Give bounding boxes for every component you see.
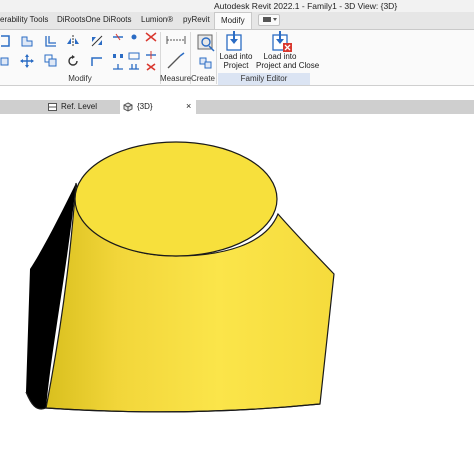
tab-lumion[interactable]: Lumion® bbox=[141, 15, 173, 24]
tab-dirootsone[interactable]: DiRootsOne bbox=[57, 15, 101, 24]
view-tab-ref-level[interactable]: Ref. Level bbox=[46, 100, 120, 114]
cut-geometry-icon[interactable] bbox=[0, 34, 14, 48]
move-icon[interactable] bbox=[20, 54, 34, 68]
options-bar bbox=[0, 86, 474, 100]
pin-icon[interactable] bbox=[128, 33, 140, 41]
split-with-gap-icon[interactable] bbox=[145, 50, 157, 60]
panel-label-modify: Modify bbox=[68, 74, 92, 83]
3d-view-icon bbox=[123, 102, 133, 112]
measure-between-icon[interactable] bbox=[166, 34, 186, 46]
unpin-icon[interactable] bbox=[145, 32, 157, 42]
close-icon[interactable]: × bbox=[186, 101, 191, 111]
ribbon: Load into Project Load into Project and … bbox=[0, 30, 474, 86]
view-tab-3d[interactable]: {3D} × bbox=[120, 100, 196, 114]
join-geometry-icon[interactable] bbox=[0, 54, 14, 68]
align-icon[interactable] bbox=[20, 34, 34, 48]
tab-pyrevit[interactable]: pyRevit bbox=[183, 15, 210, 24]
offset-icon[interactable] bbox=[44, 34, 58, 48]
load-into-project-line1[interactable]: Load into bbox=[218, 52, 254, 61]
model-top-face bbox=[74, 141, 278, 257]
family-model[interactable] bbox=[0, 114, 474, 447]
trim-multiple-icon[interactable] bbox=[128, 63, 140, 71]
mirror-axis-icon[interactable] bbox=[66, 34, 80, 48]
title-bar: Autodesk Revit 2022.1 - Family1 - 3D Vie… bbox=[0, 0, 474, 12]
view-tab-label: {3D} bbox=[137, 102, 153, 111]
contextual-tab-toggle[interactable] bbox=[258, 14, 280, 26]
tab-diroots[interactable]: DiRoots bbox=[103, 15, 131, 24]
panel-separator bbox=[216, 32, 217, 84]
delete-icon[interactable] bbox=[145, 62, 157, 72]
tab-modify[interactable]: Modify bbox=[214, 12, 252, 29]
load-into-project-icon[interactable] bbox=[224, 31, 246, 53]
ribbon-tab-bar: erability Tools DiRootsOne DiRoots Lumio… bbox=[0, 12, 474, 30]
load-into-project-and-close-icon[interactable] bbox=[270, 31, 292, 53]
measure-along-icon[interactable] bbox=[166, 52, 186, 70]
trim-extend-icon[interactable] bbox=[90, 54, 104, 68]
array-icon[interactable] bbox=[112, 52, 124, 60]
rotate-icon[interactable] bbox=[66, 54, 80, 68]
load-into-project-close-line2[interactable]: Project and Close bbox=[256, 61, 319, 70]
mirror-draw-icon[interactable] bbox=[90, 34, 104, 48]
view-tab-strip: Ref. Level {3D} × bbox=[0, 100, 474, 114]
load-into-project-close-line1[interactable]: Load into bbox=[256, 52, 304, 61]
copy-icon[interactable] bbox=[44, 54, 58, 68]
panel-label-create: Create bbox=[190, 74, 215, 83]
3d-view-canvas[interactable] bbox=[0, 114, 474, 447]
window-title: Autodesk Revit 2022.1 - Family1 - 3D Vie… bbox=[214, 1, 398, 11]
panel-label-family-editor: Family Editor bbox=[240, 74, 288, 83]
trim-single-icon[interactable] bbox=[112, 63, 124, 71]
create-group-icon[interactable] bbox=[198, 56, 214, 70]
split-element-icon[interactable] bbox=[112, 33, 124, 41]
create-similar-icon[interactable] bbox=[195, 32, 217, 54]
scale-icon[interactable] bbox=[128, 52, 140, 60]
panel-label-measure: Measure bbox=[160, 74, 192, 83]
floor-plan-icon bbox=[48, 103, 57, 111]
tab-interoperability-tools[interactable]: erability Tools bbox=[0, 15, 48, 24]
view-tab-label: Ref. Level bbox=[61, 102, 98, 111]
visibility-toggle-icon bbox=[263, 17, 277, 22]
load-into-project-line2[interactable]: Project bbox=[218, 61, 254, 70]
